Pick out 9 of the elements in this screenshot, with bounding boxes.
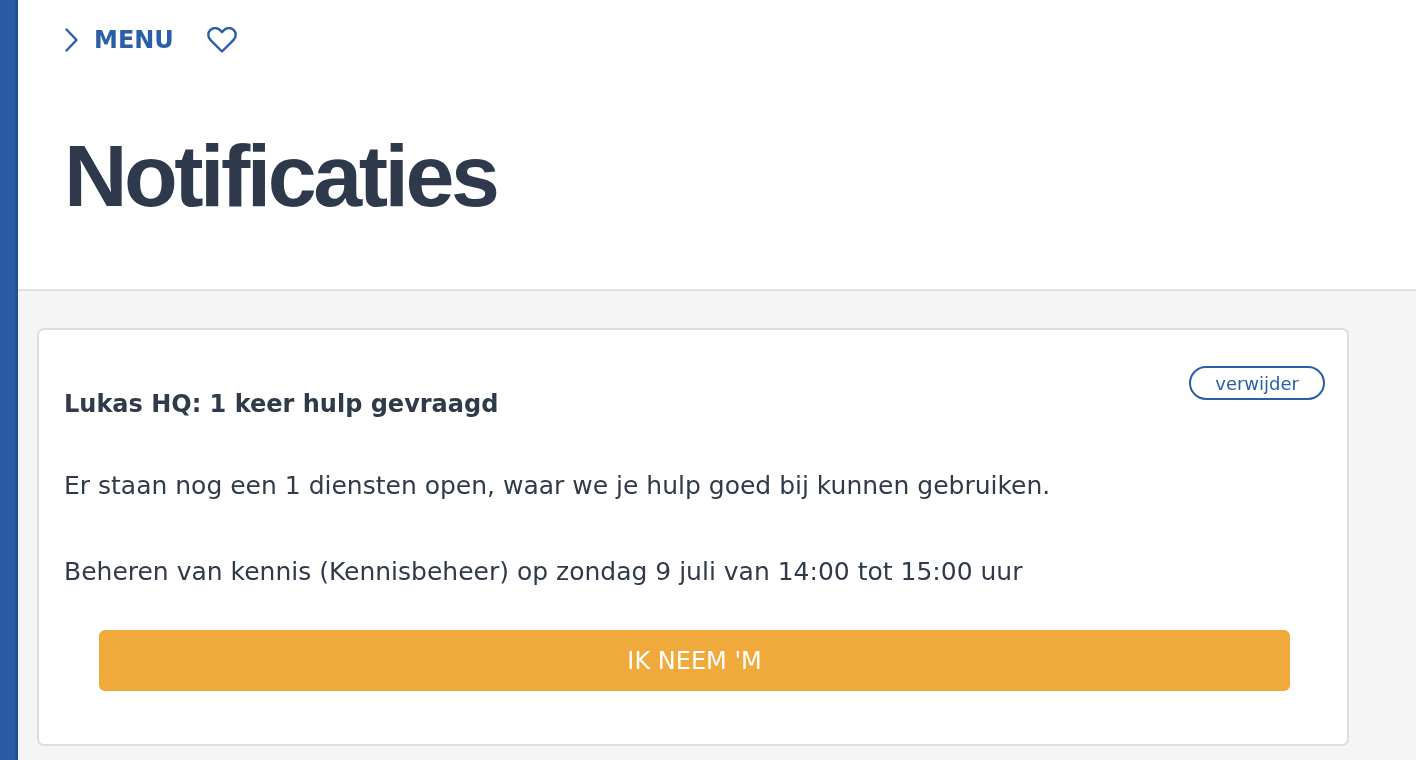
menu-button[interactable]: MENU bbox=[65, 26, 174, 54]
heart-icon bbox=[206, 27, 237, 53]
page-title: Notificaties bbox=[64, 132, 498, 220]
favorites-button[interactable] bbox=[206, 27, 237, 53]
shift-details: Beheren van kennis (Kennisbeheer) op zondag 9 juli van 14:00 tot 15:00 uur bbox=[64, 556, 1024, 588]
chevron-right-icon bbox=[65, 28, 78, 52]
notification-message: Er staan nog een 1 diensten open, waar we je hulp goed bij kunnen gebruiken. bbox=[64, 470, 1052, 502]
notification-title: Lukas HQ: 1 keer hulp gevraagd bbox=[64, 389, 499, 419]
remove-button[interactable]: verwijder bbox=[1189, 366, 1325, 400]
